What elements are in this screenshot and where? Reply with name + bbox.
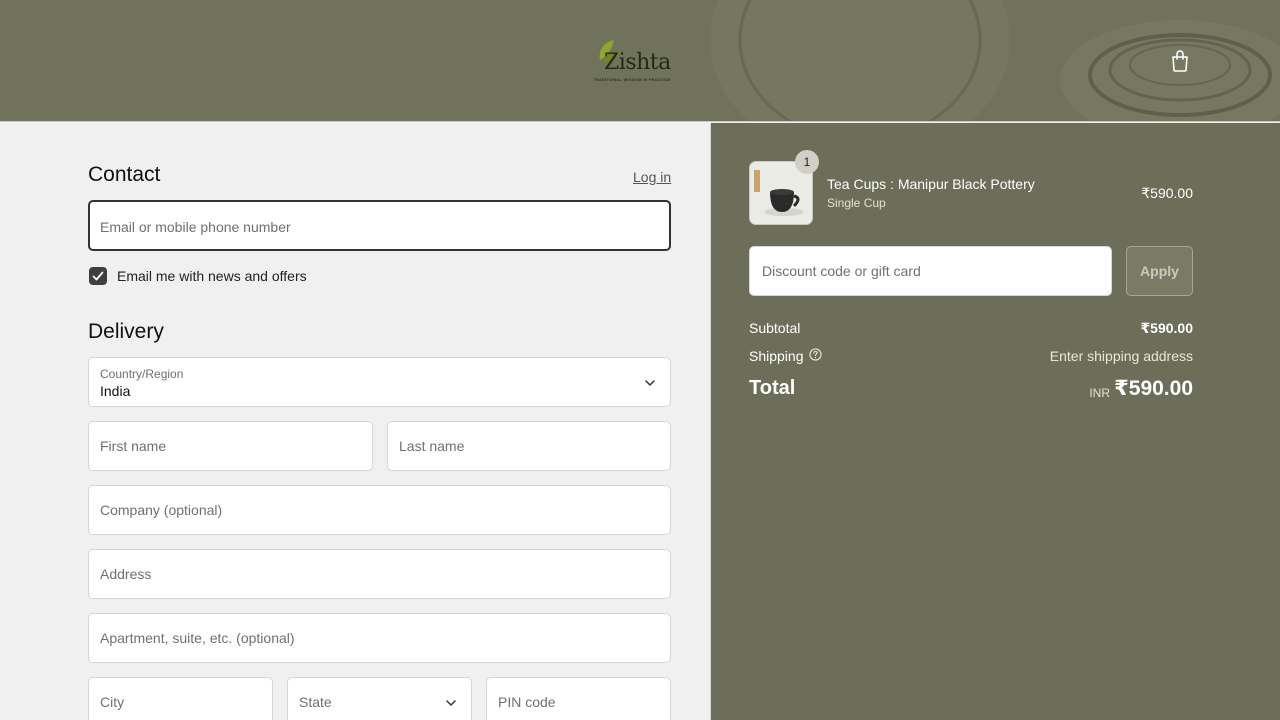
login-link[interactable]: Log in [633, 169, 671, 185]
apartment-field[interactable]: Apartment, suite, etc. (optional) [88, 613, 671, 663]
quantity-badge: 1 [795, 150, 819, 174]
shopping-bag-icon[interactable] [1169, 49, 1191, 73]
total-value: ₹590.00 [1114, 377, 1193, 400]
email-field[interactable]: Email or mobile phone number [88, 200, 671, 251]
subtotal-value: ₹590.00 [1140, 320, 1193, 336]
country-label: Country/Region [100, 367, 184, 381]
address-field[interactable]: Address [88, 549, 671, 599]
city-field[interactable]: City [88, 677, 273, 720]
first-name-field[interactable]: First name [88, 421, 373, 471]
country-value: India [100, 383, 131, 399]
first-name-placeholder: First name [100, 438, 167, 454]
order-summary: 1 Tea Cups : Manipur Black Pottery Singl… [710, 123, 1280, 720]
email-placeholder: Email or mobile phone number [100, 219, 291, 235]
chevron-down-icon [446, 700, 456, 707]
brand-tagline: TRADITIONAL WISDOM IN PRACTICE [593, 77, 671, 82]
company-field[interactable]: Company (optional) [88, 485, 671, 535]
product-variant: Single Cup [827, 196, 886, 210]
contact-heading: Contact [88, 163, 161, 186]
company-placeholder: Company (optional) [100, 502, 223, 518]
address-placeholder: Address [100, 566, 152, 582]
state-placeholder: State [299, 694, 332, 710]
newsletter-label: Email me with news and offers [117, 268, 307, 284]
last-name-placeholder: Last name [399, 438, 465, 454]
apartment-placeholder: Apartment, suite, etc. (optional) [100, 630, 295, 646]
discount-placeholder: Discount code or gift card [762, 263, 921, 279]
city-placeholder: City [100, 694, 125, 710]
checkout-form: Contact Log in Email or mobile phone num… [0, 123, 710, 720]
checkmark-icon [92, 271, 104, 281]
delivery-heading: Delivery [88, 320, 164, 343]
subtotal-label: Subtotal [749, 320, 801, 336]
shipping-label: Shipping [749, 348, 804, 364]
apply-discount-button[interactable]: Apply [1126, 246, 1193, 296]
state-select[interactable]: State [287, 677, 472, 720]
total-currency: INR [1089, 386, 1110, 400]
product-name: Tea Cups : Manipur Black Pottery [827, 176, 1035, 192]
country-select[interactable]: Country/Region India [88, 357, 671, 407]
pin-code-field[interactable]: PIN code [486, 677, 671, 720]
brand-name: Zishta [604, 50, 671, 75]
product-price: ₹590.00 [1141, 185, 1193, 201]
site-header: Zishta TRADITIONAL WISDOM IN PRACTICE [0, 0, 1280, 122]
newsletter-checkbox[interactable] [89, 267, 107, 285]
shipping-value: Enter shipping address [1049, 348, 1193, 364]
brand-logo[interactable]: Zishta TRADITIONAL WISDOM IN PRACTICE [592, 38, 692, 86]
help-circle-icon[interactable] [809, 348, 822, 361]
last-name-field[interactable]: Last name [387, 421, 671, 471]
discount-code-input[interactable]: Discount code or gift card [749, 246, 1112, 296]
pin-code-placeholder: PIN code [498, 694, 556, 710]
total-label: Total [749, 377, 796, 399]
chevron-down-icon [645, 380, 655, 387]
